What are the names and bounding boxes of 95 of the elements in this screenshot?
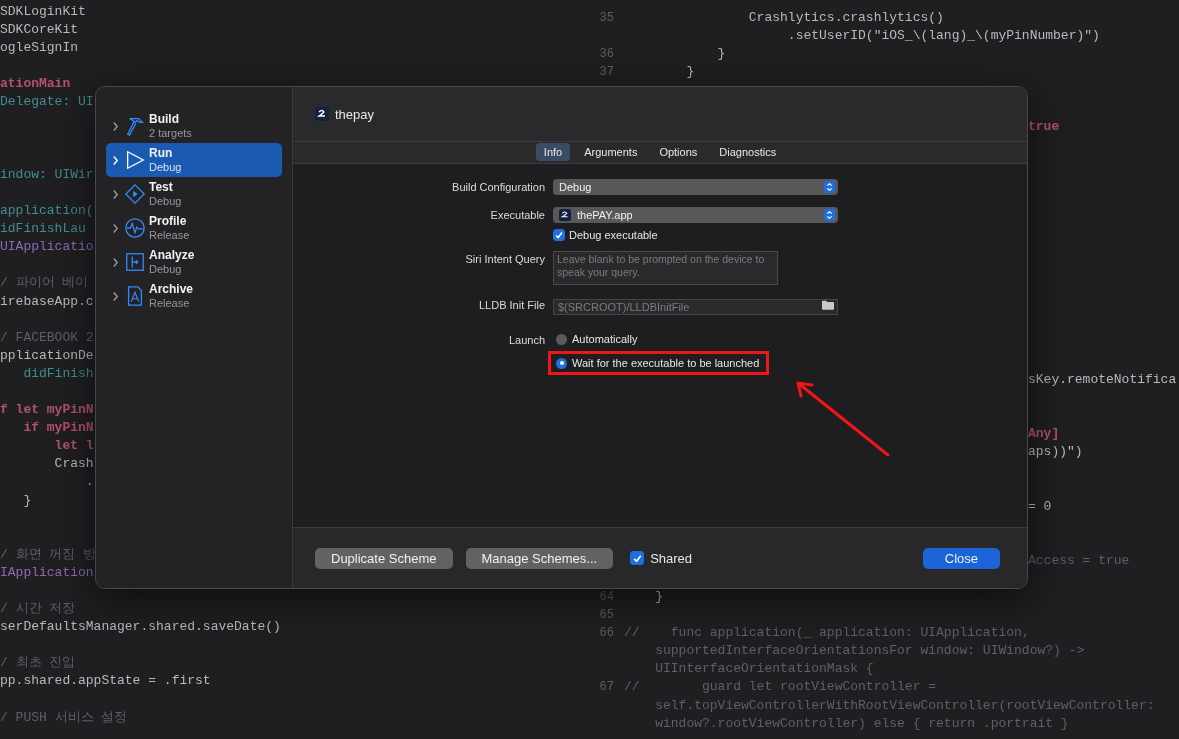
code-line: Any] [1028, 425, 1060, 444]
field-label: Siri Intent Query [464, 252, 545, 265]
chevron-icon [112, 256, 119, 268]
code-line: SDKLoginKit [0, 3, 86, 21]
waveform-icon [124, 217, 146, 239]
code-line: Crash [53, 455, 94, 474]
chevron-icon [112, 154, 119, 166]
line-number: 66 [599, 626, 614, 641]
folder-icon [822, 300, 834, 310]
field-label: LLDB Init File [477, 299, 545, 311]
sidebar-item[interactable]: Run Debug [106, 143, 282, 177]
code-line: UIApplicatio [0, 238, 94, 257]
checkbox[interactable] [630, 551, 645, 565]
radio-label: Automatically [572, 333, 638, 345]
checkbox[interactable] [553, 229, 565, 241]
play-icon [124, 149, 146, 171]
code-line: didFinish [22, 364, 94, 383]
scheme-name: thepay [335, 106, 375, 122]
code-line: / 파이어 베이 [0, 274, 89, 293]
chevron-icon [112, 290, 119, 302]
code-line: pp.shared.appState = .first [0, 672, 211, 691]
footer-button[interactable]: Manage Schemes... [465, 547, 614, 569]
footer-button[interactable]: Duplicate Scheme [315, 547, 453, 569]
code-line: . [84, 473, 94, 492]
code-line: irebaseApp.c [0, 292, 94, 311]
code-line: / 최초 진입 [0, 654, 76, 673]
code-line: idFinishLau [0, 220, 86, 239]
tab[interactable]: Options [651, 143, 706, 161]
code-line: IApplication [0, 563, 94, 582]
hammer-icon [124, 115, 146, 137]
code-line: } [654, 588, 663, 606]
radio-button[interactable] [556, 333, 567, 345]
field-label: Build Configuration [451, 181, 545, 193]
checkbox-label: Debug executable [569, 229, 658, 241]
code-line: serDefaultsManager.shared.saveDate() [0, 618, 281, 637]
code-line: if myPinN [22, 419, 94, 438]
code-line: = 0 [1028, 497, 1052, 516]
code-line: // func application(_ application: UIApplication, [624, 624, 1030, 643]
line-number: 35 [599, 11, 614, 25]
close-button[interactable]: Close [922, 547, 1000, 569]
radio-label: Wait for the executable to be launched [572, 357, 760, 369]
code-line: Access = true [1028, 551, 1130, 570]
code-line: supportedInterfaceOrientationsFor window: UIWindow?) -> [654, 642, 1085, 661]
line-number: 67 [599, 680, 614, 695]
checkbox-label: Shared [650, 550, 693, 566]
app-icon [315, 107, 329, 121]
field-label: Launch [507, 333, 545, 346]
app-icon [559, 209, 571, 221]
line-number: 65 [599, 608, 614, 623]
code-line: SDKCoreKit [0, 21, 78, 40]
code-line: pplicationDe [0, 346, 94, 365]
line-number: 36 [599, 47, 614, 62]
code-line: Delegate: UI [0, 93, 94, 112]
code-line: UIInterfaceOrientationMask { [654, 660, 874, 679]
chevron-icon [112, 120, 119, 132]
lldb-file-field[interactable]: $(SRCROOT)/LLDBInitFile [553, 299, 838, 315]
siri-query-field[interactable]: Leave blank to be prompted on the device to speak your query. [553, 251, 778, 285]
code-line: / PUSH 서비스 설정 [0, 708, 128, 727]
code-line: ogleSignIn [0, 39, 78, 58]
code-line: application( [0, 202, 94, 221]
code-line: self.topViewControllerWithRootViewController(rootViewController: [654, 696, 1155, 715]
sidebar-item[interactable]: Test Debug [106, 177, 282, 211]
code-line: // guard let rootViewController = [624, 678, 937, 697]
tab[interactable]: Diagnostics [711, 143, 785, 161]
diamond-play-icon [124, 183, 146, 205]
code-line: true [1028, 117, 1060, 136]
line-number: 37 [599, 65, 614, 80]
code-line: .setUserID("iOS_\(lang)_\(myPinNumber)") [786, 27, 1100, 46]
stepper-icon [824, 209, 835, 221]
sidebar-item[interactable]: Build 2 targets [106, 109, 282, 143]
chevron-icon [112, 222, 119, 234]
sidebar-item[interactable]: Archive Release [106, 279, 282, 313]
code-line: } [22, 491, 32, 510]
code-line: aps))") [1028, 443, 1083, 462]
code-line: Crashlytics.crashlytics() [747, 9, 944, 27]
tab[interactable]: Arguments [576, 143, 646, 161]
sidebar-item[interactable]: Analyze Debug [106, 245, 282, 279]
build-configuration-popup[interactable]: Debug [553, 179, 838, 195]
code-line: sKey.remoteNotifica [1028, 370, 1177, 389]
radio-button[interactable] [556, 357, 567, 369]
code-line: let l [53, 437, 94, 456]
code-line: f let myPinN [0, 401, 94, 420]
chevron-icon [112, 188, 119, 200]
stepper-icon [824, 181, 835, 193]
code-line: indow: UIWir [0, 165, 94, 184]
tab[interactable]: Info [535, 143, 571, 161]
field-label: Executable [489, 209, 545, 221]
code-line: } [685, 63, 695, 82]
code-line: ationMain [0, 75, 71, 94]
code-line: window?.rootViewController) else { return .portrait } [654, 714, 1069, 733]
code-line: } [716, 45, 726, 64]
executable-popup[interactable]: thePAY.app [553, 207, 838, 223]
sidebar-item[interactable]: Profile Release [106, 211, 282, 245]
code-line: / 시간 저장 [0, 600, 76, 619]
analyze-icon [124, 251, 146, 273]
